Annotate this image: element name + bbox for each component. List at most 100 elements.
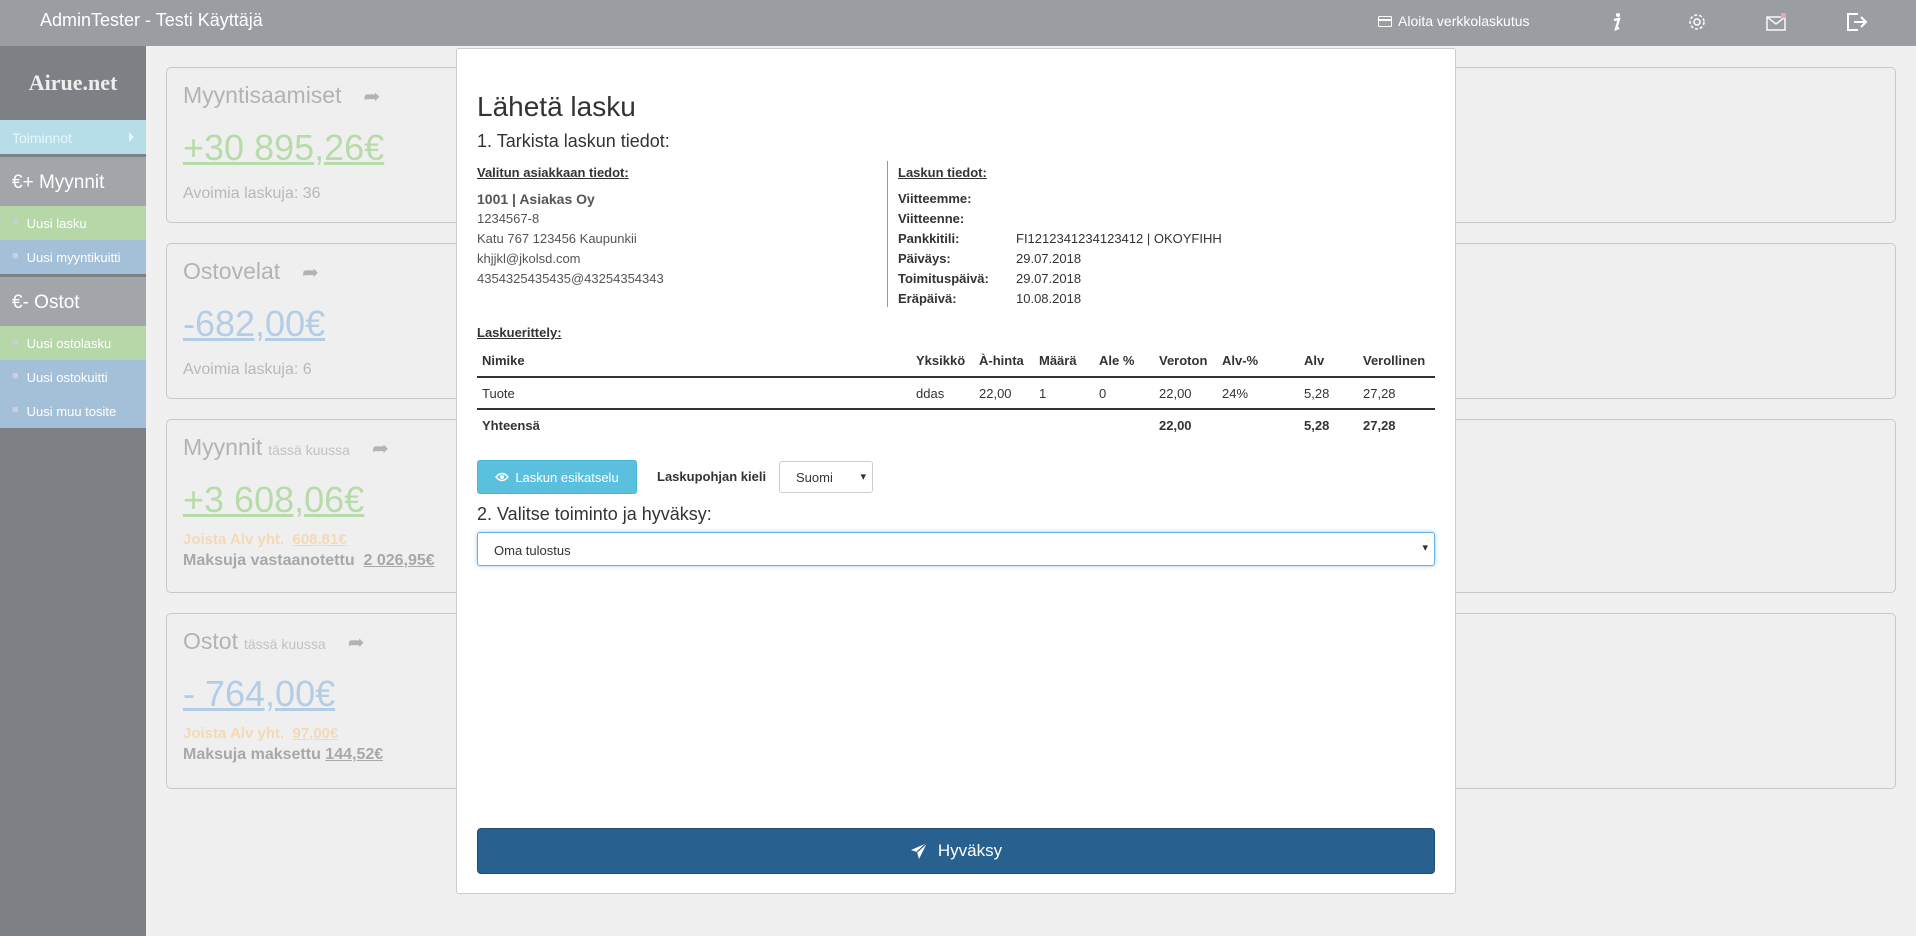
customer-einvoice-address: 4354325435435@43254354343 (477, 271, 664, 286)
start-einvoicing-link[interactable]: Aloita verkkolaskutus (1378, 13, 1530, 29)
customer-info: Valitun asiakkaan tiedot: 1001 | Asiakas… (477, 163, 885, 305)
send-invoice-modal: Lähetä lasku 1. Tarkista laskun tiedot: … (456, 48, 1456, 894)
customer-address: Katu 767 123456 Kaupunkii (477, 231, 637, 246)
table-cell: 0 (1094, 377, 1154, 410)
modal-title: Lähetä lasku (477, 91, 636, 122)
customer-name: 1001 | Asiakas Oy (477, 191, 595, 207)
card-title: Myynnit (183, 434, 263, 460)
bank-label: Pankkitili: (898, 231, 960, 246)
sidebar-item-label: Uusi lasku (26, 216, 87, 231)
card-title: Ostovelat (183, 258, 281, 284)
camera-icon: ■ (12, 370, 19, 382)
table-cell (1217, 409, 1299, 441)
piggy-bank-icon: ● (12, 216, 19, 228)
camera-icon: ■ (12, 250, 19, 262)
our-ref-label: Viitteemme: (898, 191, 972, 206)
table-cell (974, 409, 1034, 441)
table-cell: 22,00 (974, 377, 1034, 410)
sidebar-item-new-purchase-invoice[interactable]: ■ Uusi ostolasku (0, 326, 146, 360)
due-date-value: 10.08.2018 (1016, 291, 1082, 306)
share-icon[interactable]: ➦ (348, 630, 365, 655)
sidebar-item-label: Uusi myyntikuitti (26, 250, 121, 265)
items-header: Laskuerittely: (477, 325, 562, 340)
card-subtitle: tässä kuussa (243, 636, 326, 652)
invoice-preview-label: Laskun esikatselu (515, 469, 619, 485)
table-row: Tuote ddas 22,00 1 0 22,00 24% 5,28 27,2… (477, 377, 1435, 410)
mail-icon[interactable] (1764, 9, 1790, 35)
app-title: AdminTester - Testi Käyttäjä (40, 10, 263, 30)
invoice-items-table: Nimike Yksikkö À-hinta Määrä Ale % Verot… (477, 345, 1435, 441)
bank-value: FI1212341234123412 | OKOYFIHH (1016, 231, 1222, 246)
paid-label: Maksuja vastaanotettu (183, 552, 355, 569)
logo: Airue.net (28, 70, 118, 95)
share-icon[interactable]: ➦ (363, 84, 380, 109)
sidebar-item-new-sales-receipt[interactable]: ■ Uusi myyntikuitti (0, 240, 146, 274)
table-cell: 24% (1217, 377, 1299, 410)
paper-plane-icon (910, 842, 928, 859)
accept-button[interactable]: Hyväksy (477, 828, 1435, 874)
card-title: Ostot (183, 628, 238, 654)
sidebar-section-purchases[interactable]: €- Ostot (0, 274, 146, 326)
info-icon[interactable] (1604, 9, 1630, 35)
column-header: À-hinta (974, 345, 1034, 378)
column-header: Alv (1299, 345, 1358, 378)
eye-icon (495, 472, 510, 482)
invoice-preview-button[interactable]: Laskun esikatselu (477, 460, 637, 494)
step1-heading: 1. Tarkista laskun tiedot: (477, 131, 670, 151)
table-cell: 5,28 (1304, 418, 1330, 433)
share-icon[interactable]: ➦ (372, 436, 389, 461)
accept-button-label: Hyväksy (937, 841, 1003, 860)
sidebar-item-new-purchase-receipt[interactable]: ■ Uusi ostokuitti (0, 360, 146, 394)
column-header: Nimike (477, 345, 911, 378)
template-language-select[interactable]: Suomi (779, 461, 873, 493)
due-date-label: Eräpäivä: (898, 291, 957, 306)
action-select[interactable]: Oma tulostus (477, 532, 1435, 566)
gear-icon[interactable] (1684, 9, 1710, 35)
table-cell: 5,28 (1299, 377, 1358, 410)
card-title: Myyntisaamiset (183, 82, 342, 108)
sidebar-item-label: Uusi ostokuitti (26, 370, 108, 385)
vat-value: 608,81€ (292, 531, 347, 548)
table-total-row: Yhteensä 22,00 5,28 27,28 (477, 409, 1435, 441)
table-cell: Yhteensä (482, 418, 540, 433)
camera-icon: ■ (12, 404, 19, 416)
column-header: Yksikkö (911, 345, 974, 378)
invoice-info: Laskun tiedot: Viitteemme: Viitteenne: P… (887, 161, 1222, 307)
table-header-row: Nimike Yksikkö À-hinta Määrä Ale % Verot… (477, 345, 1435, 378)
vat-label: Joista Alv yht. (183, 725, 285, 742)
sidebar-item-label: Uusi ostolasku (26, 336, 112, 351)
paid-value[interactable]: 144,52€ (325, 746, 383, 763)
camera-icon: ■ (12, 336, 19, 348)
template-language-label: Laskupohjan kieli (657, 469, 767, 484)
template-language-value: Suomi (796, 470, 833, 485)
share-icon[interactable]: ➦ (302, 260, 319, 285)
vat-label: Joista Alv yht. (183, 531, 285, 548)
sidebar-toiminnot[interactable]: Toiminnot (0, 120, 146, 154)
delivery-date-value: 29.07.2018 (1016, 271, 1082, 286)
table-cell: 27,28 (1358, 377, 1435, 410)
customer-email: khjjkl@jkolsd.com (477, 251, 581, 266)
delivery-date-label: Toimituspäivä: (898, 271, 989, 286)
logout-icon[interactable] (1844, 9, 1870, 35)
sidebar-item-label: Uusi muu tosite (26, 404, 117, 419)
top-bar: AdminTester - Testi Käyttäjä Aloita verk… (0, 0, 1916, 46)
table-cell (1034, 409, 1094, 441)
sidebar-item-new-other-document[interactable]: ■ Uusi muu tosite (0, 394, 146, 428)
your-ref-label: Viitteenne: (898, 211, 965, 226)
sidebar-section-sales[interactable]: €+ Myynnit (0, 154, 146, 206)
date-label: Päiväys: (898, 251, 951, 266)
sidebar-item-new-invoice[interactable]: ● Uusi lasku (0, 206, 146, 240)
column-header: Veroton (1154, 345, 1217, 378)
date-value: 29.07.2018 (1016, 251, 1082, 266)
invoice-info-header: Laskun tiedot: (898, 165, 987, 180)
table-cell: ddas (911, 377, 974, 410)
column-header: Verollinen (1358, 345, 1435, 378)
table-cell: 1 (1034, 377, 1094, 410)
table-cell (1094, 409, 1154, 441)
customer-info-header: Valitun asiakkaan tiedot: (477, 165, 629, 180)
table-cell: 27,28 (1363, 418, 1396, 433)
credit-card-icon (1378, 15, 1392, 27)
table-cell: Tuote (477, 377, 911, 410)
column-header: Alv-% (1217, 345, 1299, 378)
paid-value[interactable]: 2 026,95€ (364, 552, 435, 569)
